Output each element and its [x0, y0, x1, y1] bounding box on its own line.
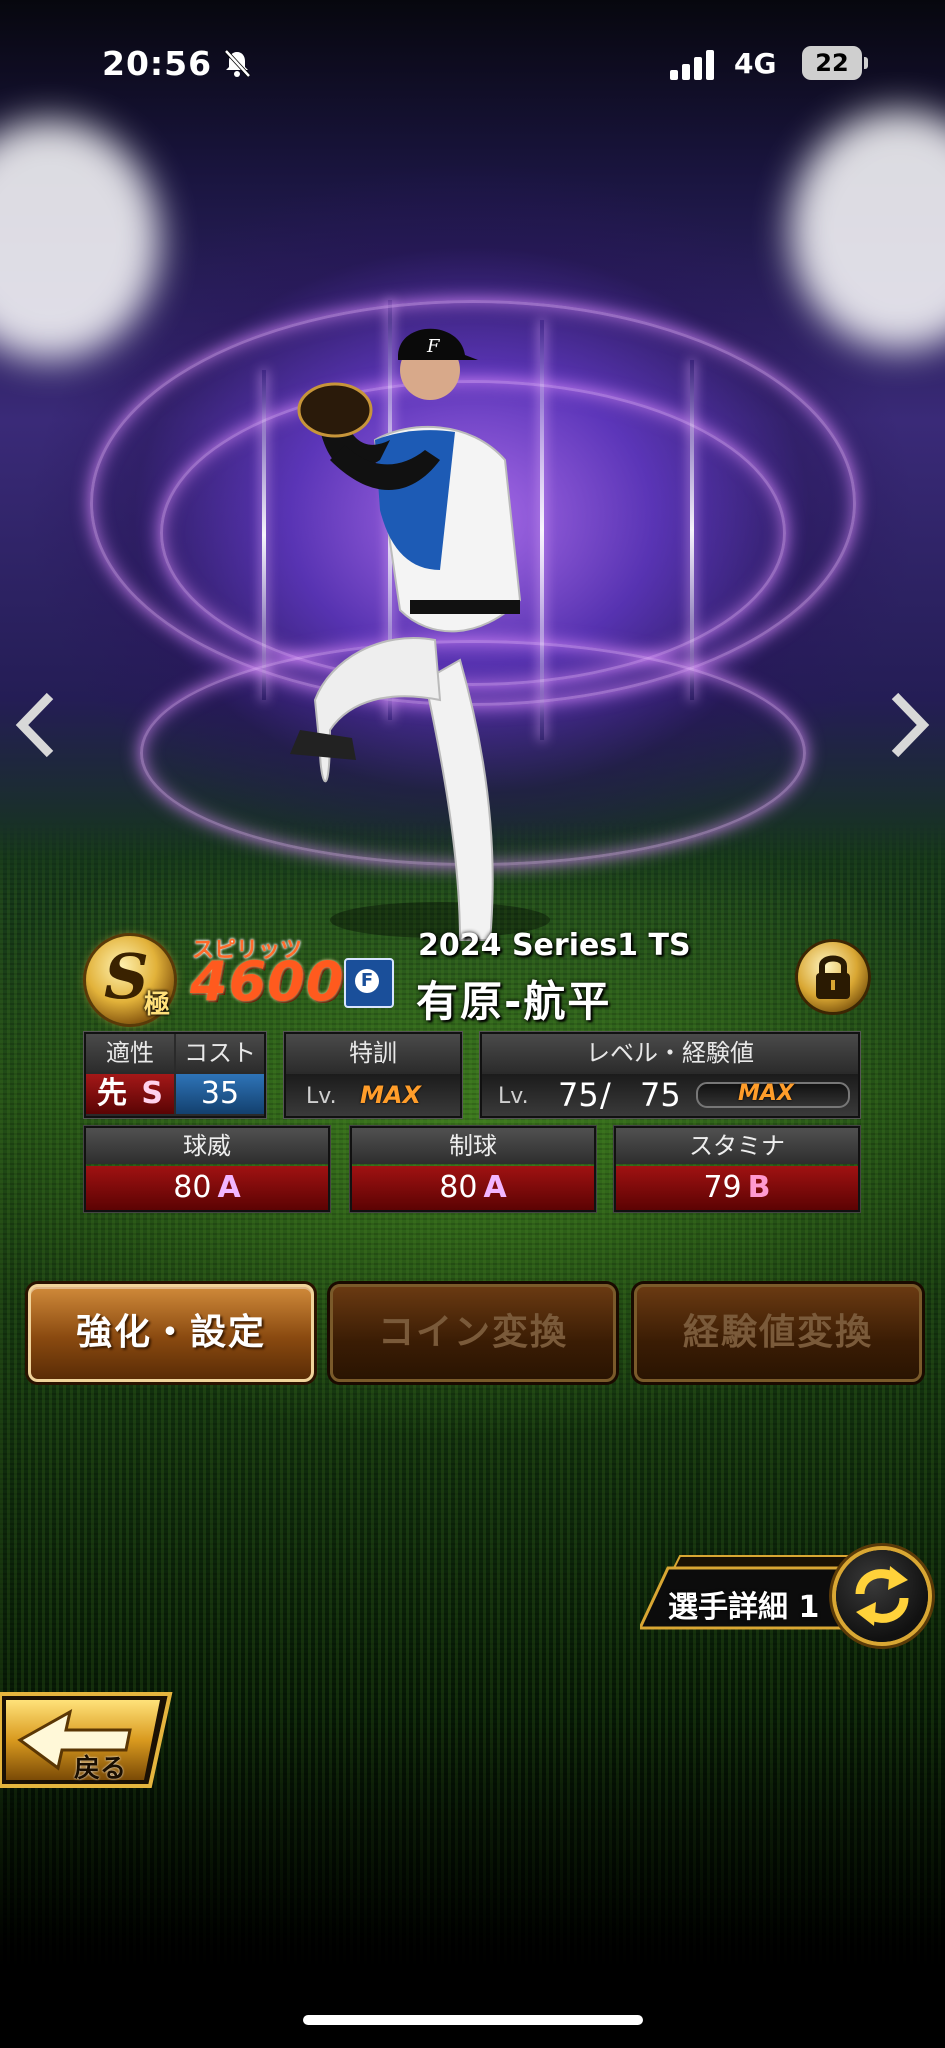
stat-power: 球威 80 A	[84, 1126, 330, 1212]
swap-arrows-icon	[855, 1566, 909, 1626]
battery-indicator: 22	[802, 46, 862, 80]
training-label: 特訓	[286, 1034, 460, 1072]
level-label: レベル・経験値	[482, 1034, 858, 1072]
cost-value: 35	[176, 1074, 264, 1114]
stat-value: 80	[439, 1170, 478, 1205]
level-exp-panel: レベル・経験値 Lv. 75 / 75 MAX	[480, 1032, 860, 1118]
rank-sub-label: 極	[144, 990, 171, 1020]
stat-label: 制球	[352, 1128, 594, 1164]
next-arrow-icon[interactable]	[885, 690, 933, 760]
stat-control: 制球 80 A	[350, 1126, 596, 1212]
stat-stamina: スタミナ 79 B	[614, 1126, 860, 1212]
training-panel: 特訓 Lv. MAX	[284, 1032, 462, 1118]
network-type: 4G	[734, 47, 777, 80]
exp-bar: MAX	[696, 1081, 850, 1108]
battery-nub	[864, 57, 868, 69]
svg-text:F: F	[426, 336, 441, 357]
coin-convert-button[interactable]: コイン変換	[330, 1284, 616, 1382]
cost-label: コスト	[176, 1034, 264, 1072]
status-time: 20:56	[102, 44, 213, 83]
level-max: 75	[640, 1076, 681, 1114]
series-label: 2024 Series1 TS	[418, 928, 691, 963]
aptitude-value: 先	[96, 1076, 127, 1111]
level-current: 75	[558, 1076, 599, 1114]
rank-emblem: S 極	[86, 936, 174, 1024]
player-detail-label: 選手詳細 1	[668, 1590, 820, 1625]
light-beam	[690, 360, 694, 700]
training-body: Lv. MAX	[286, 1074, 460, 1116]
stat-grade: A	[483, 1170, 507, 1205]
home-indicator[interactable]	[303, 2015, 643, 2025]
previous-arrow-icon[interactable]	[12, 690, 60, 760]
stat-value-cell: 80 A	[352, 1166, 594, 1210]
bell-muted-icon	[224, 49, 251, 78]
stat-label: スタミナ	[616, 1128, 858, 1164]
stat-grade: A	[217, 1170, 241, 1205]
training-max: MAX	[360, 1081, 421, 1109]
card-detail-screen: 20:56 4G 22 F S 極 スピリッツ 4600 F 2024 Seri…	[0, 0, 945, 2048]
team-logo-letter: F	[355, 969, 379, 993]
stat-value-cell: 79 B	[616, 1166, 858, 1210]
aptitude-grade: S	[141, 1076, 164, 1111]
cellular-signal-icon	[670, 50, 714, 80]
back-label: 戻る	[74, 1754, 127, 1784]
player-name: 有原-航平	[416, 977, 612, 1026]
stat-grade: B	[747, 1170, 771, 1205]
rank-letter: S	[104, 940, 149, 1013]
player-image: F	[290, 328, 550, 941]
level-lv-label: Lv.	[498, 1084, 529, 1109]
enhance-settings-button[interactable]: 強化・設定	[28, 1284, 314, 1382]
aptitude-cost-panel: 適性 コスト 先 S 35	[84, 1032, 266, 1118]
stat-value: 79	[703, 1170, 742, 1205]
lock-button[interactable]	[798, 942, 868, 1012]
swap-toggle-button[interactable]	[836, 1550, 928, 1642]
training-lv-label: Lv.	[306, 1084, 337, 1109]
stat-value-cell: 80 A	[86, 1166, 328, 1210]
aptitude-label: 適性	[86, 1034, 174, 1072]
level-body: Lv. 75 / 75 MAX	[482, 1074, 858, 1116]
lock-icon	[816, 955, 850, 999]
stat-value: 80	[173, 1170, 212, 1205]
exp-max: MAX	[738, 1081, 794, 1106]
stadium-light-right	[790, 110, 945, 350]
level-separator: /	[600, 1076, 611, 1114]
stadium-light-left	[0, 120, 160, 360]
stat-label: 球威	[86, 1128, 328, 1164]
light-beam	[262, 370, 266, 700]
status-bar: 20:56 4G 22	[0, 0, 945, 130]
team-logo-icon: F	[344, 958, 394, 1008]
spirits-value: 4600	[190, 950, 345, 1013]
exp-convert-button[interactable]: 経験値変換	[634, 1284, 922, 1382]
back-button[interactable]: 戻る	[0, 1690, 175, 1790]
aptitude-value-cell: 先 S	[86, 1074, 174, 1114]
